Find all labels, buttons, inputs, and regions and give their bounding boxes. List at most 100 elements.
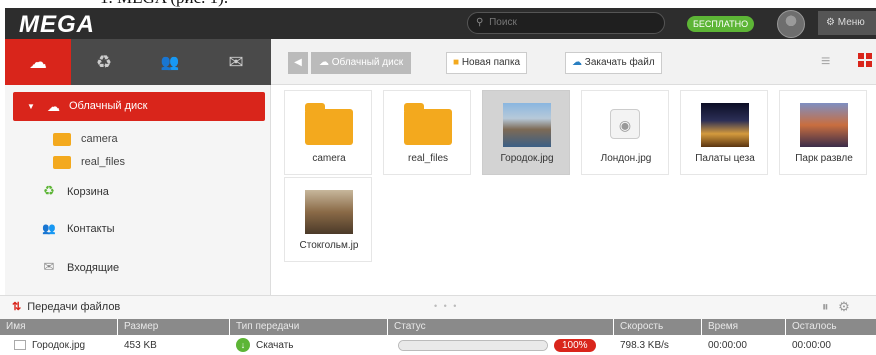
file-tile-selected[interactable]: Городок.jpg: [482, 90, 570, 175]
file-grid: camera real_files Городок.jpg ◉ Лондон.j…: [271, 85, 876, 295]
folder-icon: [53, 155, 71, 169]
search-input[interactable]: ⚲ Поиск: [467, 12, 665, 34]
plan-badge[interactable]: БЕСПЛАТНО: [687, 16, 755, 32]
file-tile[interactable]: ◉ Лондон.jpg: [581, 90, 669, 175]
cloud-icon: ☁: [319, 57, 329, 68]
sidebar-item-cloud-drive[interactable]: ▼ ☁ Облачный диск: [13, 92, 265, 121]
column-header[interactable]: Статус: [388, 319, 614, 335]
file-tile[interactable]: Парк развле: [779, 90, 867, 175]
new-folder-icon: ■: [453, 57, 460, 68]
transfers-title[interactable]: ⇅ Передачи файлов: [12, 300, 120, 313]
file-tile[interactable]: real_files: [383, 90, 471, 175]
file-name: Стокгольм.jp: [299, 240, 359, 251]
pause-icon[interactable]: ⏸: [822, 299, 829, 314]
grid-view-icon[interactable]: [858, 53, 872, 67]
transfers-title-label: Передачи файлов: [27, 301, 121, 313]
photo-thumbnail: [701, 103, 749, 147]
column-header[interactable]: Скорость: [614, 319, 702, 335]
resize-handle[interactable]: • • •: [434, 301, 458, 311]
contacts-icon: 👥: [42, 223, 56, 235]
progress-fill: [399, 341, 547, 350]
tab-rubbish[interactable]: ♻: [71, 39, 137, 85]
transfers-header: ⇅ Передачи файлов • • • ⏸ ⚙: [0, 296, 876, 319]
file-name: camera: [312, 153, 346, 164]
sidebar-item-label: Контакты: [67, 223, 115, 235]
tab-cloud[interactable]: ☁: [5, 39, 71, 85]
column-header[interactable]: Время: [702, 319, 786, 335]
transfer-arrows-icon: ⇅: [12, 301, 22, 313]
upload-icon: ☁: [572, 57, 582, 68]
sidebar-folder-real-files[interactable]: real_files: [53, 152, 125, 172]
file-tile[interactable]: Стокгольм.jp: [284, 177, 372, 262]
tab-contacts[interactable]: 👥: [137, 39, 203, 85]
avatar[interactable]: [777, 10, 805, 38]
contacts-icon: 👥: [160, 54, 180, 71]
new-folder-button[interactable]: ■ Новая папка: [446, 52, 528, 74]
file-name: Лондон.jpg: [600, 153, 652, 164]
photo-thumbnail: [305, 190, 353, 234]
breadcrumb-label: Облачный диск: [331, 57, 404, 68]
search-placeholder: Поиск: [489, 17, 517, 28]
transfer-time: 00:00:00: [708, 340, 747, 351]
sidebar-folder-camera[interactable]: camera: [53, 129, 118, 149]
folder-icon: [305, 103, 353, 145]
transfer-file-name: Городок.jpg: [32, 340, 86, 351]
photo-thumbnail: [503, 103, 551, 147]
page-caption: 1. MEGA (рис. 1).: [0, 0, 876, 8]
photo-thumbnail: [800, 103, 848, 147]
sidebar-folder-label: real_files: [81, 156, 126, 168]
transfer-type-label: Скачать: [256, 340, 294, 351]
file-name: Палаты цеза: [695, 153, 755, 164]
transfer-type: ↓ Скачать: [230, 335, 294, 355]
chevron-left-icon: ◀: [294, 57, 302, 68]
caret-down-icon: ▼: [27, 102, 35, 111]
transfers-panel: ⇅ Передачи файлов • • • ⏸ ⚙ Имя Размер Ти…: [0, 295, 876, 355]
mega-logo[interactable]: MEGA: [19, 11, 95, 39]
section-tabs: ☁ ♻ 👥 ✉: [5, 39, 271, 85]
column-header[interactable]: Тип передачи: [230, 319, 388, 335]
envelope-icon: ✉: [228, 51, 244, 72]
envelope-icon: ✉: [43, 259, 55, 274]
back-button[interactable]: ◀: [288, 52, 308, 74]
transfer-speed: 798.3 KB/s: [620, 340, 669, 351]
file-name: real_files: [407, 153, 449, 164]
gear-icon: ⚙: [826, 17, 835, 28]
cloud-icon: ☁: [47, 99, 60, 114]
settings-icon[interactable]: ⚙: [838, 299, 850, 314]
camera-icon: ◉: [610, 109, 640, 139]
column-header[interactable]: Имя: [0, 319, 118, 335]
transfer-size: 453 KB: [124, 340, 157, 351]
breadcrumb[interactable]: ☁ Облачный диск: [311, 52, 412, 74]
new-folder-label: Новая папка: [461, 57, 521, 68]
tab-inbox[interactable]: ✉: [203, 39, 269, 85]
file-name: Парк развле: [795, 153, 853, 164]
file-name: Городок.jpg: [500, 153, 554, 164]
transfer-file: Городок.jpg: [8, 335, 85, 355]
sidebar: ▼ ☁ Облачный диск camera real_files ♻ Кор…: [5, 85, 271, 295]
sidebar-item-rubbish[interactable]: ♻ Корзина: [41, 180, 109, 202]
folder-icon: [404, 103, 452, 145]
sidebar-item-contacts[interactable]: 👥 Контакты: [41, 218, 115, 240]
transfer-percent-badge: 100%: [554, 339, 596, 352]
file-tile[interactable]: camera: [284, 90, 372, 175]
toolbar: ◀ ☁ Облачный диск ■ Новая папка ☁ Закача…: [271, 39, 876, 85]
menu-label: Меню: [837, 17, 865, 28]
sidebar-item-label: Корзина: [67, 186, 109, 198]
transfers-column-header: Имя Размер Тип передачи Статус Скорость …: [0, 319, 876, 335]
column-header[interactable]: Размер: [118, 319, 230, 335]
file-tile[interactable]: Палаты цеза: [680, 90, 768, 175]
list-view-icon[interactable]: ≡: [821, 53, 830, 71]
top-bar: MEGA ⚲ Поиск БЕСПЛАТНО ⚙ Меню: [5, 8, 876, 39]
table-row[interactable]: Городок.jpg 453 KB ↓ Скачать 100% 798.3 K…: [0, 335, 876, 355]
folder-icon: [53, 132, 71, 146]
cloud-icon: ☁: [29, 51, 47, 72]
sidebar-folder-label: camera: [81, 133, 118, 145]
menu-button[interactable]: ⚙ Меню: [818, 11, 876, 35]
sidebar-item-inbox[interactable]: ✉ Входящие: [41, 256, 120, 278]
upload-file-button[interactable]: ☁ Закачать файл: [565, 52, 662, 74]
recycle-icon: ♻: [95, 51, 113, 72]
download-icon: ↓: [236, 338, 250, 353]
search-icon: ⚲: [476, 17, 484, 28]
transfer-progress-bar: [398, 340, 548, 351]
column-header[interactable]: Осталось: [786, 319, 876, 335]
